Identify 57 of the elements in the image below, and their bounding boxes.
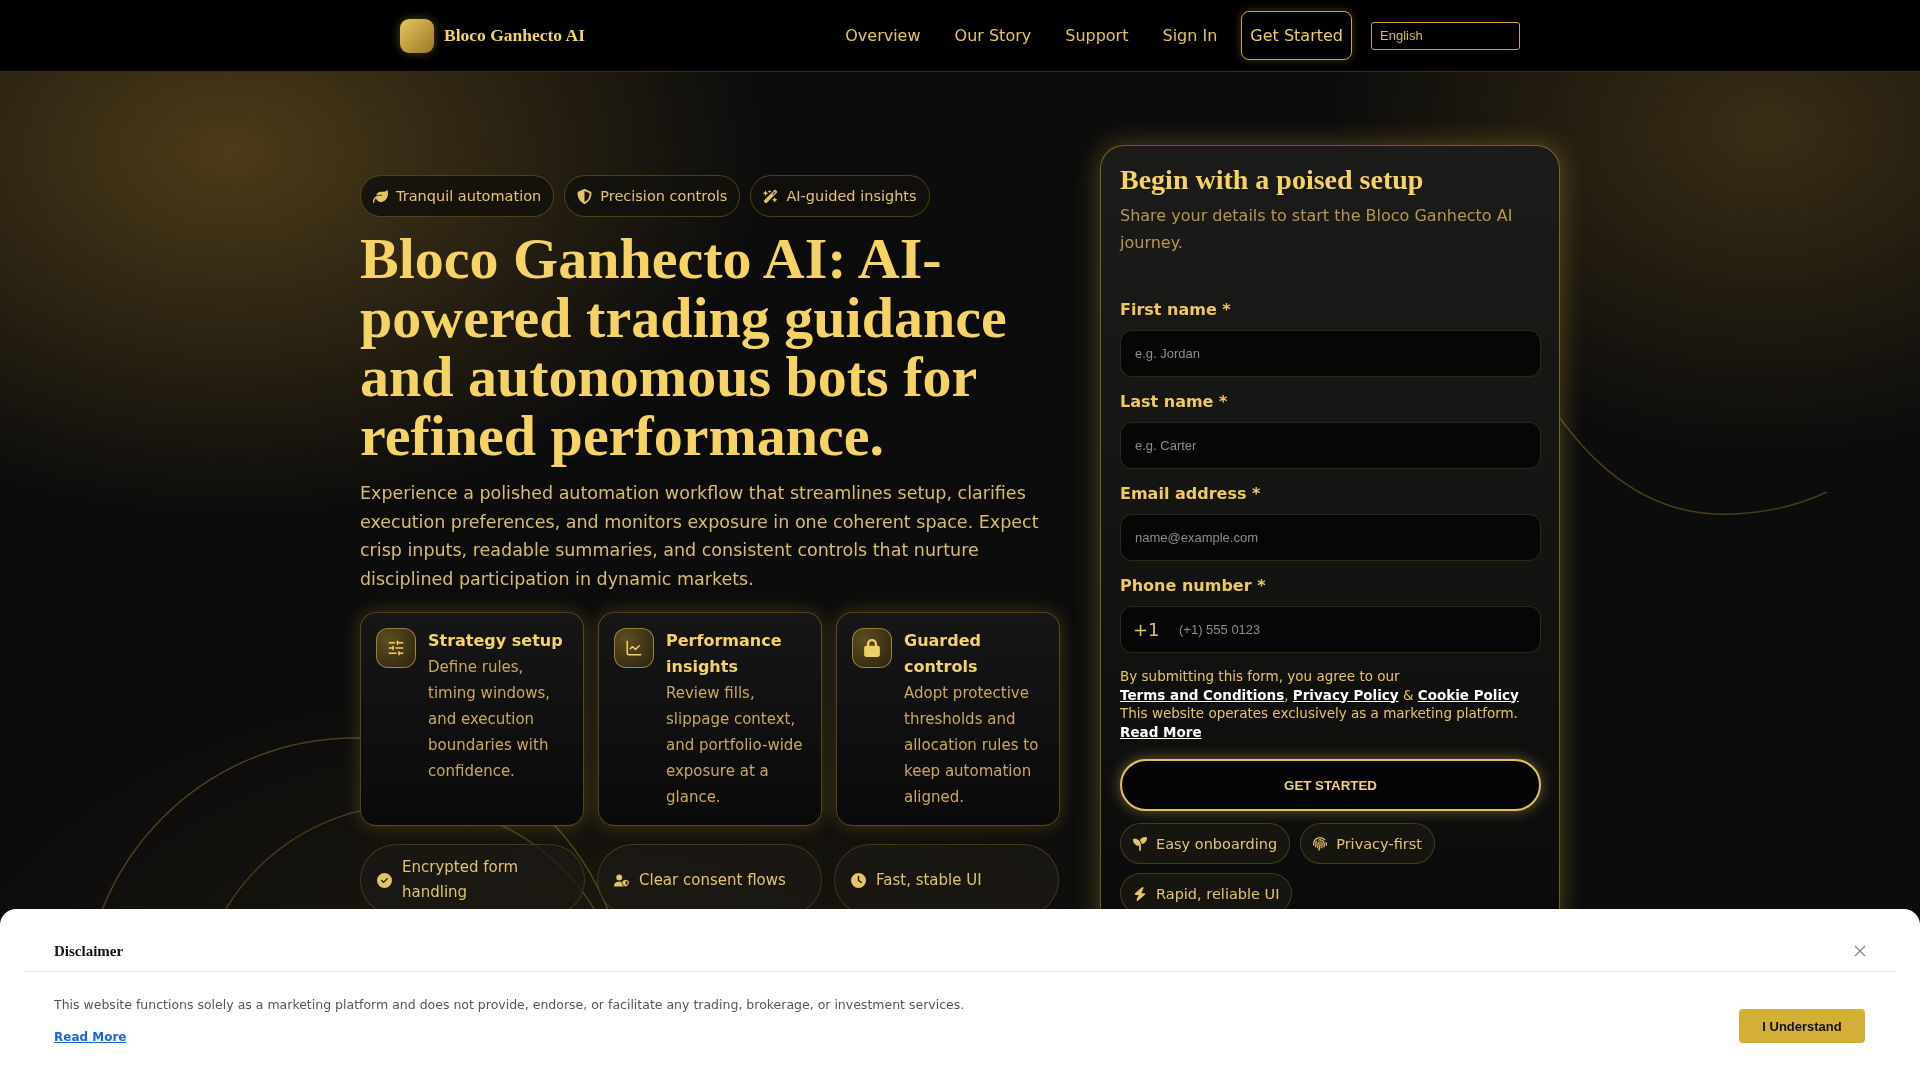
clock-icon (851, 872, 866, 888)
pill-label: Encrypted form handling (402, 857, 520, 903)
text-link[interactable]: Read More (1120, 723, 1202, 740)
nav-link[interactable]: Our Story (954, 26, 1032, 45)
pill-label: Clear consent flows (639, 869, 786, 891)
get-started-button[interactable]: Get Started (1241, 11, 1352, 60)
feature-title: Performance insights (666, 630, 783, 678)
disclaimer-text: This website functions solely as a marketing platform and does not provide, endorse, or facilitate any trading, brokerage, or investment services. (54, 996, 965, 1014)
field-label: Email address * (1120, 483, 1262, 505)
consent-text: By submitting this form, you agree to our Terms and Conditions, Privacy Policy & Cookie Policy This website operates exclusively as a marketing platform. Read More (1120, 667, 1520, 741)
text-link[interactable]: Cookie Policy (1417, 686, 1519, 703)
field-label: First name * (1120, 299, 1232, 321)
lock-icon (852, 628, 892, 668)
nav-link[interactable]: Support (1065, 26, 1129, 45)
field-label: Phone number * (1120, 575, 1267, 597)
close-icon[interactable] (1854, 945, 1866, 957)
fingerprint-icon (1313, 836, 1328, 851)
feature-title: Strategy setup (428, 630, 564, 652)
brand-name: Bloco Ganhecto AI (444, 25, 585, 46)
feature-title: Guarded controls (904, 630, 982, 678)
seedling-icon (1133, 836, 1147, 851)
lightning-bolt-icon (1133, 886, 1147, 901)
shield-icon (577, 188, 593, 204)
form-title: Begin with a poised setup (1120, 163, 1425, 197)
text-link[interactable]: Terms and Conditions (1120, 686, 1285, 703)
input-field[interactable]: name@example.com (1120, 514, 1541, 561)
nav-link[interactable]: Sign In (1162, 26, 1218, 45)
tag-label: AI-guided insights (786, 188, 917, 204)
input-field[interactable]: e.g. Jordan (1120, 330, 1541, 377)
badge-label: Easy onboarding (1156, 835, 1278, 852)
user-shield-icon (614, 872, 629, 888)
feature-description: Define rules, timing windows, and execution boundaries with confidence. (428, 657, 552, 782)
feature-description: Adopt protective thresholds and allocation rules to keep automation aligned. (904, 683, 1040, 808)
hero-title: Bloco Ganhecto AI: AI-powered trading guidance and autonomous bots for refined performance. (360, 229, 1008, 465)
submit-button[interactable]: GET STARTED (1120, 759, 1541, 811)
pill-label: Fast, stable UI (876, 869, 982, 891)
leaf-icon (373, 188, 388, 204)
hero-description: Experience a polished automation workflow that streamlines setup, clarifies execution preferences, and monitors exposure in one coherent space. Expect crisp inputs, readable summaries, and consistent controls that nurture disciplined participation in dynamic markets. (360, 482, 1040, 591)
tag-label: Precision controls (600, 188, 728, 204)
badge-label: Rapid, reliable UI (1156, 885, 1280, 902)
tag-label: Tranquil automation (396, 188, 542, 204)
logo-icon (400, 18, 434, 53)
read-more-link[interactable]: Read More (54, 1028, 127, 1046)
sliders-icon (376, 628, 416, 668)
country-code: +1 (1133, 618, 1160, 641)
form-subtitle: Share your details to start the Bloco Ganhecto AI journey. (1120, 205, 1514, 254)
text-link[interactable]: Privacy Policy (1292, 686, 1399, 703)
field-label: Last name * (1120, 391, 1229, 413)
nav-link[interactable]: Overview (845, 26, 921, 45)
line-chart-icon (614, 628, 654, 668)
understand-button[interactable]: I Understand (1739, 1009, 1865, 1043)
language-select[interactable]: English (1371, 21, 1520, 50)
feature-description: Review fills, slippage context, and portfolio-wide exposure at a glance. (666, 683, 804, 808)
badge-label: Privacy-first (1336, 835, 1422, 852)
disclaimer-title: Disclaimer (54, 942, 124, 961)
magic-wand-icon (763, 188, 779, 204)
input-field[interactable]: e.g. Carter (1120, 422, 1541, 469)
